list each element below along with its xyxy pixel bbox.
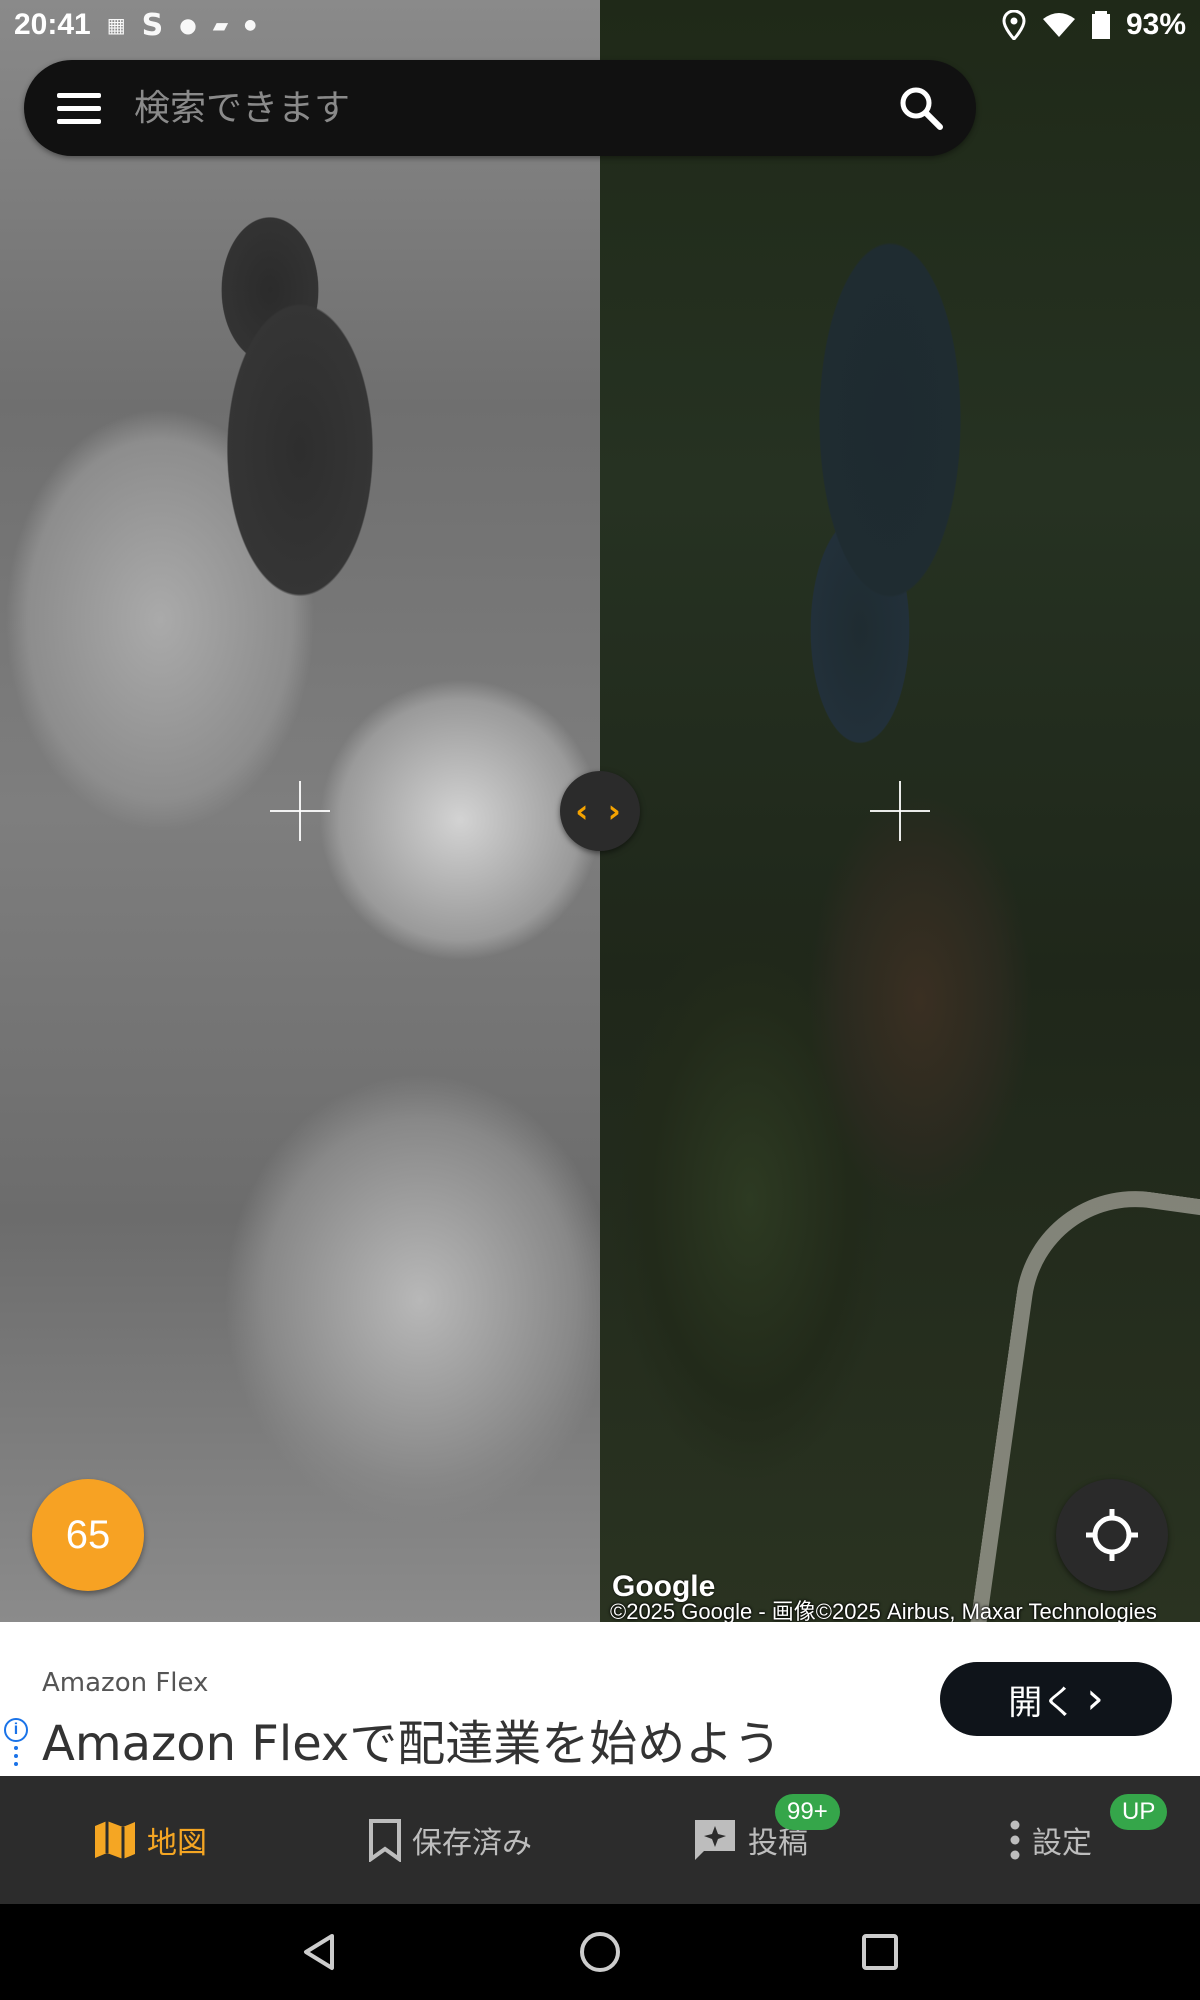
nav-item-saved-label: 保存済み bbox=[412, 1826, 532, 1861]
map-icon bbox=[95, 1821, 135, 1859]
search-button[interactable] bbox=[866, 60, 976, 156]
right-crosshair-icon bbox=[870, 781, 930, 841]
ad-headline[interactable]: Amazon Flexで配達業を始めよう bbox=[42, 1704, 781, 1774]
location-icon bbox=[1002, 10, 1026, 40]
year-badge-label: 65 bbox=[65, 1512, 111, 1557]
app-icon: ● bbox=[179, 13, 197, 37]
update-badge: UP bbox=[1110, 1794, 1168, 1830]
recents-button[interactable] bbox=[840, 1912, 920, 1992]
clock: 20:41 bbox=[14, 8, 91, 41]
temu-icon: ▦ bbox=[106, 13, 126, 37]
split-divider-handle[interactable]: ‹ › bbox=[560, 771, 640, 851]
left-crosshair-icon bbox=[270, 781, 330, 841]
back-button[interactable] bbox=[280, 1912, 360, 1992]
wifi-icon bbox=[1042, 13, 1075, 37]
status-bar: 20:41 ▦ S ● ▰ ● 93% bbox=[0, 0, 1200, 50]
search-bar bbox=[24, 60, 976, 156]
home-button[interactable] bbox=[560, 1912, 640, 1992]
ad-info-icon[interactable]: i bbox=[4, 1718, 28, 1742]
my-location-button[interactable] bbox=[1056, 1479, 1168, 1591]
hamburger-icon bbox=[57, 105, 101, 111]
nav-item-map[interactable]: 地図 bbox=[0, 1776, 300, 1904]
home-circle-icon bbox=[580, 1932, 620, 1972]
nav-item-saved[interactable]: 保存済み bbox=[300, 1776, 600, 1904]
ad-banner[interactable]: Amazon Flex Amazon Flexで配達業を始めよう i 開く › bbox=[0, 1622, 1200, 1776]
s-icon: S bbox=[141, 7, 164, 43]
menu-button[interactable] bbox=[24, 60, 134, 156]
nav-item-settings-label: 設定 bbox=[1032, 1826, 1092, 1861]
nav-item-settings[interactable]: 設定 UP bbox=[900, 1776, 1200, 1904]
map-attribution: ©2025 Google - 画像©2025 Airbus, Maxar Tec… bbox=[610, 1599, 1157, 1622]
bottom-navigation: 地図 保存済み 投稿 99+ 設定 UP bbox=[0, 1776, 1200, 1904]
ad-advertiser: Amazon Flex bbox=[42, 1668, 209, 1698]
battery-icon bbox=[1091, 11, 1110, 39]
search-icon bbox=[900, 87, 943, 130]
wm-icon: ▰ bbox=[212, 13, 229, 37]
post-count-badge: 99+ bbox=[775, 1794, 840, 1830]
crosshair-gps-icon bbox=[1086, 1509, 1138, 1561]
divider-arrows-icon: ‹ › bbox=[575, 792, 625, 830]
search-input[interactable] bbox=[134, 87, 866, 129]
ad-open-button[interactable]: 開く › bbox=[940, 1662, 1172, 1736]
more-vert-icon bbox=[1010, 1820, 1020, 1860]
recents-square-icon bbox=[862, 1934, 898, 1970]
ad-options-icon[interactable] bbox=[14, 1746, 18, 1770]
nav-item-post[interactable]: 投稿 99+ bbox=[600, 1776, 900, 1904]
back-triangle-icon bbox=[304, 1934, 334, 1970]
chevron-right-icon: › bbox=[1086, 1673, 1104, 1724]
nav-item-map-label: 地図 bbox=[147, 1826, 207, 1861]
system-navigation-bar bbox=[0, 1904, 1200, 2000]
ad-open-label: 開く bbox=[1008, 1682, 1077, 1723]
battery-percent: 93% bbox=[1125, 8, 1186, 41]
dot-icon: ● bbox=[244, 17, 257, 33]
map-view[interactable]: ‹ › 65 Google ©2025 Google - 画像©2025 Air… bbox=[0, 0, 1200, 1622]
post-icon bbox=[695, 1820, 735, 1860]
bookmark-icon bbox=[369, 1819, 401, 1862]
year-badge[interactable]: 65 bbox=[32, 1479, 144, 1591]
